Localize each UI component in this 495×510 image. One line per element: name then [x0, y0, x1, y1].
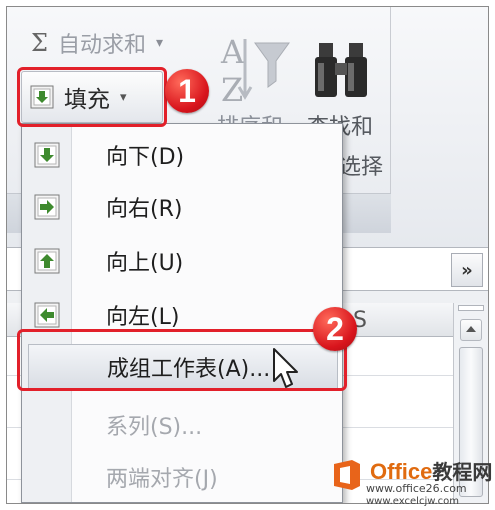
autosum-button[interactable]: Σ 自动求和 ▾ [31, 27, 163, 59]
menu-item-label: 向左(L) [106, 305, 180, 330]
arrow-right-icon [34, 194, 60, 220]
binoculars-icon [315, 43, 367, 97]
scroll-up-arrow-icon[interactable] [460, 319, 482, 341]
menu-item-justify[interactable]: 两端对齐(J) [22, 452, 342, 502]
arrow-down-icon [34, 142, 60, 168]
watermark-title: Office教程网 [370, 456, 492, 485]
step-badge-1: 1 [165, 69, 209, 113]
autosum-label: 自动求和 [57, 33, 146, 58]
find-select-label-2: 选择 [339, 155, 384, 180]
highlight-box-fill [17, 67, 167, 127]
menu-item-fill-right[interactable]: 向右(R) [22, 182, 342, 232]
arrow-up-icon [34, 248, 60, 274]
menu-item-label: 两端对齐(J) [106, 467, 218, 492]
menu-item-series[interactable]: 系列(S)... [22, 400, 342, 450]
watermark-brand-cn: 教程网 [432, 462, 493, 484]
menu-item-label: 系列(S)... [106, 415, 203, 440]
office-logo-icon [334, 460, 360, 490]
svg-text:A: A [220, 33, 245, 71]
menu-item-fill-down[interactable]: 向下(D) [22, 130, 342, 180]
menu-item-label: 向下(D) [106, 145, 185, 170]
chevron-down-icon: ▾ [155, 35, 164, 51]
sort-filter-icon: A Z [220, 33, 290, 109]
highlight-box-across-worksheets [17, 329, 347, 391]
watermark-brand: Office [370, 459, 433, 484]
expand-formula-bar-button[interactable]: » [451, 253, 483, 287]
watermark-url-1: www.office26.com [366, 482, 467, 495]
watermark: Office教程网 www.office26.com www.excelcjw.… [330, 452, 495, 510]
split-handle[interactable] [458, 305, 484, 311]
arrow-left-icon [34, 302, 60, 328]
menu-item-fill-up[interactable]: 向上(U) [22, 236, 342, 286]
step-badge-2: 2 [313, 307, 357, 351]
watermark-url-2: www.excelcjw.com [366, 496, 460, 507]
excel-window: Σ 自动求和 ▾ 填充 ▾ A Z 排序和 [6, 6, 489, 504]
fill-dropdown-menu: 向下(D) 向右(R) 向上(U) 向左(L) 成组工作表(A)... 系列(S… [21, 123, 343, 503]
menu-item-label: 向上(U) [106, 251, 184, 276]
sigma-icon: Σ [31, 29, 48, 57]
menu-item-label: 向右(R) [106, 197, 183, 222]
